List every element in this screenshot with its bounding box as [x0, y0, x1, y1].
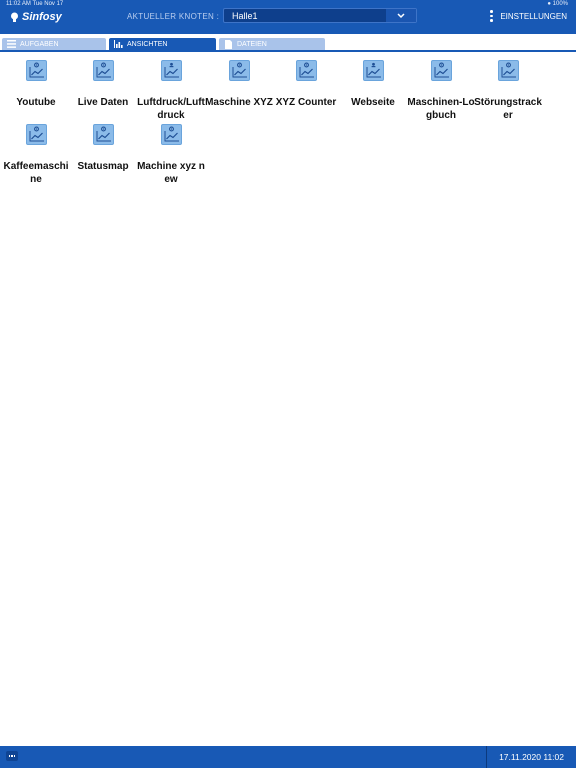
- chart-gear-icon-glyph: [501, 62, 516, 78]
- view-label: Statusmap: [77, 161, 129, 172]
- tab-label: DATEIEN: [237, 40, 267, 48]
- bar-chart-icon: [113, 40, 123, 49]
- settings-button[interactable]: EINSTELLUNGEN: [489, 10, 567, 22]
- view-tile-statusmap[interactable]: Statusmap: [69, 124, 137, 173]
- chart-person-icon-glyph: [366, 62, 381, 78]
- chart-person-icon: [362, 60, 384, 81]
- footer-bar: 17.11.2020 11:02: [0, 746, 576, 768]
- view-tile-machine-xyz-new[interactable]: Machine xyz new: [137, 124, 205, 186]
- view-label: Maschinen-Logbuch: [407, 97, 475, 121]
- wifi-icon: ●: [547, 1, 551, 7]
- file-icon: [223, 39, 233, 49]
- view-label: Luftdruck/Luftdruck: [137, 97, 205, 121]
- chart-person-icon-glyph: [164, 62, 179, 78]
- view-label: Kaffeemaschine: [3, 161, 69, 185]
- view-label: Youtube: [16, 97, 56, 108]
- footer-menu-button[interactable]: [6, 751, 18, 761]
- status-time: 11:02 AM Tue Nov 17: [6, 1, 64, 7]
- chart-gear-icon: [92, 124, 114, 145]
- chart-gear-icon: [25, 124, 47, 145]
- footer-datetime: 17.11.2020 11:02: [499, 752, 564, 762]
- tab-label: ANSICHTEN: [127, 40, 168, 48]
- app-header: 11:02 AM Tue Nov 17 ● 100% Sinfosy AKTUE…: [0, 0, 576, 34]
- view-label: Live Daten: [77, 97, 129, 108]
- view-tile-live-daten[interactable]: Live Daten: [69, 60, 137, 109]
- chart-gear-icon: [295, 60, 317, 81]
- view-tile-youtube[interactable]: Youtube: [2, 60, 70, 109]
- chart-gear-icon-glyph: [299, 62, 314, 78]
- view-tile-luftdruck[interactable]: Luftdruck/Luftdruck: [137, 60, 205, 122]
- chart-gear-icon: [430, 60, 452, 81]
- chart-gear-icon-glyph: [232, 62, 247, 78]
- view-label: Maschine XYZ: [205, 97, 273, 108]
- list-icon: [6, 40, 16, 49]
- node-select-value: Halle1: [232, 11, 258, 21]
- current-node-label: AKTUELLER KNOTEN :: [127, 12, 220, 21]
- view-label: Machine xyz new: [137, 161, 205, 185]
- node-select-dropdown[interactable]: Halle1: [223, 8, 417, 23]
- logo-text: Sinfosy: [22, 11, 62, 23]
- app-logo: Sinfosy: [10, 10, 62, 24]
- view-label: Webseite: [351, 97, 395, 108]
- chart-gear-icon-glyph: [434, 62, 449, 78]
- tab-label: AUFGABEN: [20, 40, 59, 48]
- chart-gear-icon: [497, 60, 519, 81]
- tab-ansichten[interactable]: ANSICHTEN: [109, 38, 216, 50]
- settings-label: EINSTELLUNGEN: [500, 11, 567, 21]
- view-label: Störungstracker: [474, 97, 542, 121]
- view-tile-maschine-xyz[interactable]: Maschine XYZ: [205, 60, 273, 109]
- view-tile-webseite[interactable]: Webseite: [339, 60, 407, 109]
- chart-gear-icon: [228, 60, 250, 81]
- more-vertical-icon: [489, 10, 493, 22]
- lightbulb-icon: [11, 12, 18, 22]
- chart-gear-icon-glyph: [96, 126, 111, 142]
- view-tile-kaffeemaschine[interactable]: Kaffeemaschine: [2, 124, 70, 186]
- chevron-down-icon[interactable]: [386, 9, 416, 22]
- tab-bar: AUFGABEN ANSICHTEN DATEIEN: [0, 34, 576, 52]
- status-battery: ● 100%: [547, 1, 568, 7]
- view-tile-maschinen-logbuch[interactable]: Maschinen-Logbuch: [407, 60, 475, 122]
- chart-gear-icon-glyph: [164, 126, 179, 142]
- chart-gear-icon-glyph: [96, 62, 111, 78]
- chart-gear-icon: [25, 60, 47, 81]
- view-tile-xyz-counter[interactable]: XYZ Counter: [272, 60, 340, 109]
- chart-person-icon: [160, 60, 182, 81]
- chart-gear-icon-glyph: [29, 126, 44, 142]
- chart-gear-icon-glyph: [29, 62, 44, 78]
- view-label: XYZ Counter: [275, 97, 337, 108]
- view-tile-stoerungstracker[interactable]: Störungstracker: [474, 60, 542, 122]
- tab-aufgaben[interactable]: AUFGABEN: [2, 38, 106, 50]
- tab-dateien[interactable]: DATEIEN: [219, 38, 325, 50]
- footer-datetime-area: 17.11.2020 11:02: [486, 746, 576, 768]
- chart-gear-icon: [92, 60, 114, 81]
- chart-gear-icon: [160, 124, 182, 145]
